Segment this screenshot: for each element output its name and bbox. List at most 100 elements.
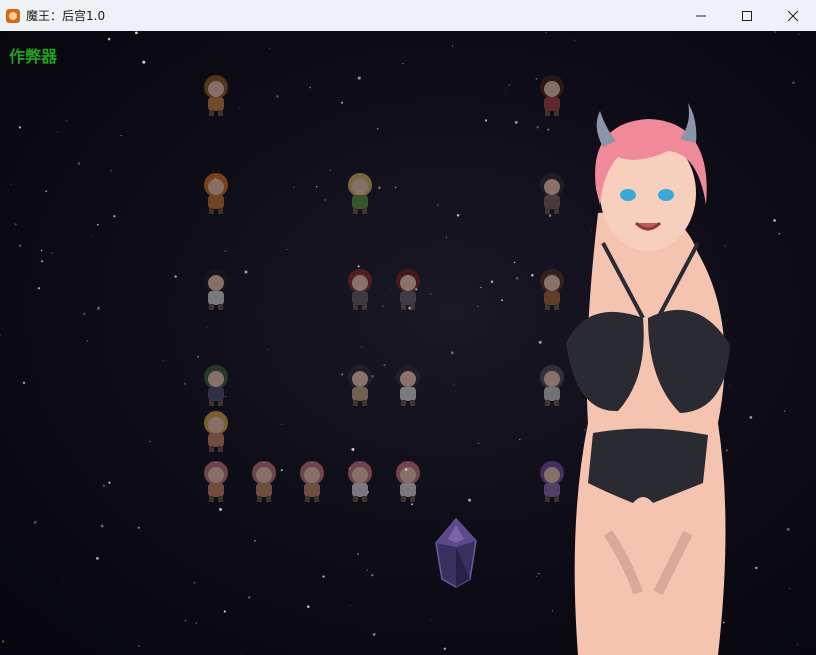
star: [376, 127, 379, 130]
star: [323, 198, 326, 202]
star: [430, 619, 432, 620]
character-sprite[interactable]: [340, 265, 380, 311]
heroine-portrait: [566, 103, 730, 655]
character-sprite[interactable]: [388, 361, 428, 407]
star: [773, 218, 777, 222]
star: [223, 610, 226, 613]
star: [361, 346, 363, 348]
star: [383, 364, 386, 367]
star: [307, 605, 310, 608]
star: [519, 439, 521, 441]
chibi-character-icon: [204, 461, 228, 502]
star: [536, 126, 539, 129]
chibi-character-icon: [300, 461, 324, 502]
star: [91, 235, 93, 237]
character-sprite[interactable]: [196, 169, 236, 215]
character-sprite[interactable]: [340, 169, 380, 215]
star: [267, 349, 268, 350]
crystal-icon[interactable]: [432, 517, 480, 589]
star: [453, 384, 455, 386]
character-sprite[interactable]: [196, 457, 236, 503]
star: [430, 293, 432, 295]
star: [366, 569, 368, 571]
star: [329, 169, 332, 172]
star: [451, 45, 454, 47]
star: [574, 39, 576, 41]
character-sprite[interactable]: [340, 457, 380, 503]
star: [445, 236, 447, 238]
star: [783, 410, 786, 412]
chibi-character-icon: [204, 269, 228, 310]
star: [749, 416, 753, 419]
star: [497, 270, 499, 272]
star: [456, 213, 460, 217]
star: [77, 162, 81, 165]
star: [349, 604, 352, 607]
star: [778, 232, 781, 235]
star: [108, 481, 111, 484]
character-sprite[interactable]: [340, 361, 380, 407]
star: [184, 619, 187, 622]
star: [309, 86, 312, 89]
star: [357, 553, 359, 556]
star: [798, 33, 800, 35]
star: [0, 334, 1, 336]
star: [19, 244, 22, 247]
star: [411, 503, 414, 506]
chibi-character-icon: [396, 461, 420, 502]
close-icon: [787, 10, 799, 21]
star: [782, 351, 784, 353]
star: [149, 440, 151, 442]
cheat-menu-button[interactable]: 作弊器: [9, 43, 57, 67]
character-sprite[interactable]: [196, 71, 236, 117]
star: [66, 120, 68, 122]
star: [477, 442, 480, 445]
character-sprite[interactable]: [244, 457, 284, 503]
star: [193, 581, 196, 584]
maximize-button[interactable]: [724, 0, 770, 31]
minimize-button[interactable]: [678, 0, 724, 31]
chibi-character-icon: [252, 461, 276, 502]
star: [51, 252, 53, 254]
title-bar[interactable]: 魔王：后宫1.0: [0, 0, 816, 32]
star: [357, 76, 361, 80]
star: [151, 220, 153, 222]
star: [217, 627, 218, 629]
chibi-character-icon: [396, 269, 420, 310]
star: [490, 280, 494, 283]
star: [286, 249, 288, 250]
character-sprite[interactable]: [292, 457, 332, 503]
star: [786, 527, 790, 531]
character-sprite[interactable]: [388, 265, 428, 311]
character-sprite[interactable]: [196, 265, 236, 311]
star: [545, 32, 547, 34]
star: [505, 92, 507, 94]
character-sprite[interactable]: [196, 407, 236, 453]
star: [371, 574, 374, 577]
star: [477, 305, 479, 307]
star: [224, 250, 227, 252]
chibi-character-icon: [204, 173, 228, 214]
star: [484, 119, 488, 122]
chibi-character-icon: [348, 269, 372, 310]
character-sprite[interactable]: [388, 457, 428, 503]
star: [501, 299, 503, 302]
star: [96, 557, 99, 560]
star: [340, 101, 344, 104]
star: [142, 60, 146, 64]
minimize-icon: [696, 15, 706, 16]
close-button[interactable]: [770, 0, 816, 31]
character-sprite[interactable]: [196, 361, 236, 407]
star: [22, 381, 26, 385]
star: [96, 306, 101, 310]
star: [107, 37, 111, 41]
star: [293, 186, 295, 189]
star: [137, 526, 140, 529]
game-canvas[interactable]: 作弊器: [0, 31, 816, 655]
star: [796, 644, 798, 646]
star: [774, 31, 776, 33]
star: [372, 632, 376, 636]
window-controls: [678, 0, 816, 31]
star: [45, 190, 48, 193]
star: [276, 95, 279, 98]
